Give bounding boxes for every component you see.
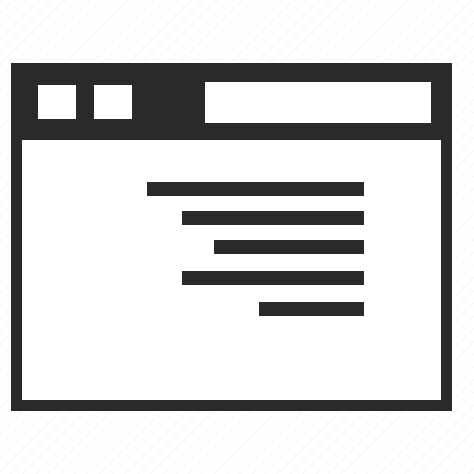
icon-canvas (0, 0, 474, 474)
browser-window-right-aligned-text-icon (11, 63, 452, 411)
text-line (259, 302, 364, 316)
text-line (147, 182, 364, 196)
window-control-square-2 (94, 85, 132, 119)
window-content-area (22, 140, 441, 400)
window-control-square-1 (38, 85, 76, 119)
text-line (182, 211, 364, 225)
window-title-bar (11, 63, 452, 137)
text-line (214, 240, 364, 254)
text-line (182, 271, 364, 285)
address-bar (205, 82, 431, 123)
